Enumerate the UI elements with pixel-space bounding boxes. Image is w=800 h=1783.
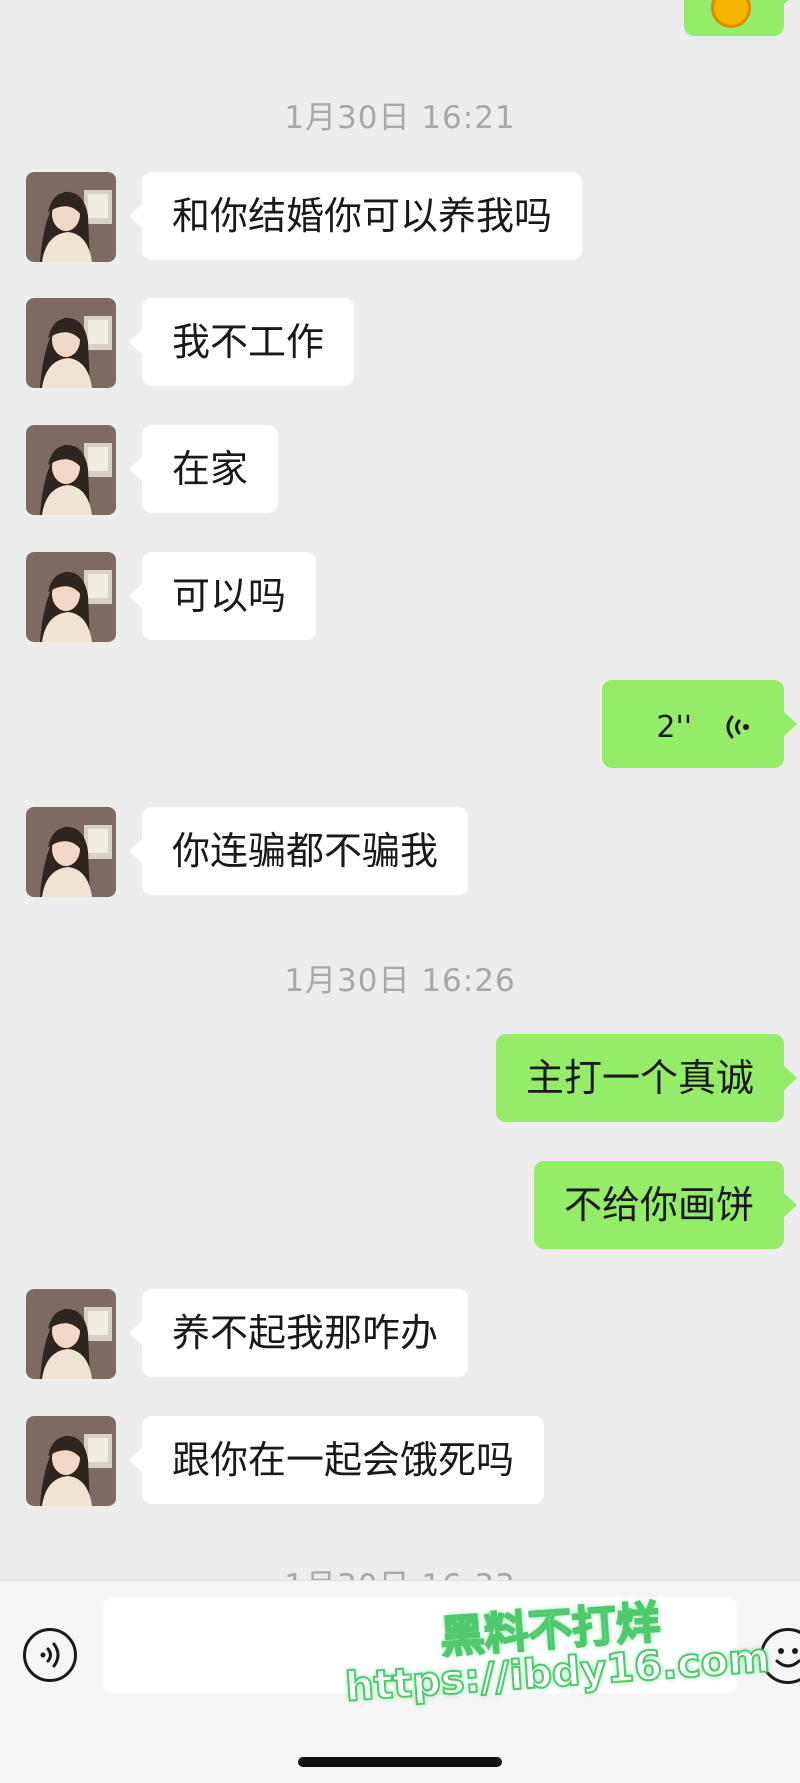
avatar-image xyxy=(26,552,116,642)
outgoing-emoji-bubble[interactable] xyxy=(684,0,797,36)
avatar-image xyxy=(26,298,116,388)
avatar-image xyxy=(26,425,116,515)
incoming-message[interactable]: 在家 xyxy=(128,425,279,513)
incoming-message[interactable]: 可以吗 xyxy=(128,552,317,640)
avatar[interactable] xyxy=(26,172,116,262)
emoji-icon xyxy=(711,0,751,28)
incoming-message[interactable]: 跟你在一起会饿死吗 xyxy=(128,1416,545,1504)
voice-toggle-icon xyxy=(40,1642,60,1668)
incoming-message[interactable]: 养不起我那咋办 xyxy=(128,1289,469,1377)
outgoing-message[interactable]: 不给你画饼 xyxy=(533,1161,798,1249)
avatar-image xyxy=(26,172,116,262)
avatar[interactable] xyxy=(26,807,116,897)
timestamp: 1月30日 16:21 xyxy=(284,100,516,136)
avatar[interactable] xyxy=(26,1416,116,1506)
voice-message-bubble[interactable]: 2'' xyxy=(602,680,797,768)
voice-toggle-button[interactable] xyxy=(23,1628,77,1682)
incoming-message[interactable]: 我不工作 xyxy=(128,298,355,386)
avatar[interactable] xyxy=(26,425,116,515)
timestamp: 1月30日 16:26 xyxy=(284,963,516,999)
incoming-message[interactable]: 和你结婚你可以养我吗 xyxy=(128,172,583,260)
outgoing-message[interactable]: 主打一个真诚 xyxy=(495,1034,798,1122)
voice-duration: 2'' xyxy=(656,710,692,745)
avatar-image xyxy=(26,1289,116,1379)
avatar[interactable] xyxy=(26,1289,116,1379)
avatar-image xyxy=(26,1416,116,1506)
home-indicator xyxy=(298,1757,502,1767)
incoming-message[interactable]: 你连骗都不骗我 xyxy=(128,807,469,895)
avatar[interactable] xyxy=(26,552,116,642)
voice-wave-icon xyxy=(726,715,749,738)
avatar-image xyxy=(26,807,116,897)
avatar[interactable] xyxy=(26,298,116,388)
